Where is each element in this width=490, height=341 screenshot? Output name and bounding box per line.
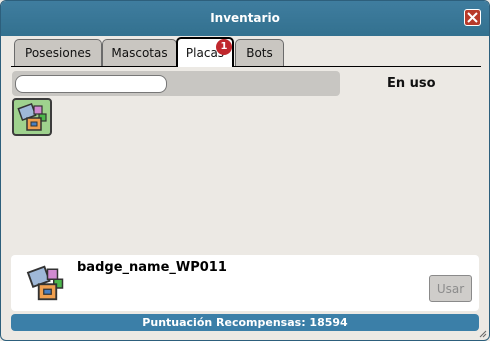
- badge-icon: [26, 265, 64, 301]
- use-button[interactable]: Usar: [429, 275, 472, 302]
- filter-bar: [12, 71, 340, 96]
- tab-bots[interactable]: Bots: [235, 39, 284, 66]
- tab-label: Mascotas: [111, 46, 168, 60]
- tab-posesiones[interactable]: Posesiones: [14, 39, 102, 66]
- inventory-item[interactable]: [12, 98, 52, 136]
- resize-grip-icon[interactable]: [479, 330, 487, 338]
- tab-label: Posesiones: [25, 46, 91, 60]
- item-detail-panel: badge_name_WP011 Usar: [11, 255, 479, 311]
- badge-icon: [17, 103, 47, 131]
- item-name: badge_name_WP011: [77, 260, 227, 275]
- tab-mascotas[interactable]: Mascotas: [102, 39, 177, 66]
- search-input[interactable]: [15, 75, 167, 93]
- close-button[interactable]: [464, 9, 481, 26]
- close-icon: [467, 12, 478, 23]
- in-use-label: En uso: [387, 76, 436, 91]
- tab-strip: Posesiones Mascotas Placas Bots: [14, 37, 484, 67]
- rewards-points-bar: Puntuación Recompensas: 18594: [11, 314, 479, 331]
- window-title: Inventario: [210, 11, 280, 25]
- tab-divider: [11, 66, 481, 67]
- inventory-window: Inventario Posesiones Mascotas Placas Bo…: [0, 0, 490, 341]
- window-titlebar[interactable]: Inventario: [1, 1, 489, 36]
- notification-badge: 1: [216, 39, 232, 55]
- tab-label: Bots: [246, 46, 273, 60]
